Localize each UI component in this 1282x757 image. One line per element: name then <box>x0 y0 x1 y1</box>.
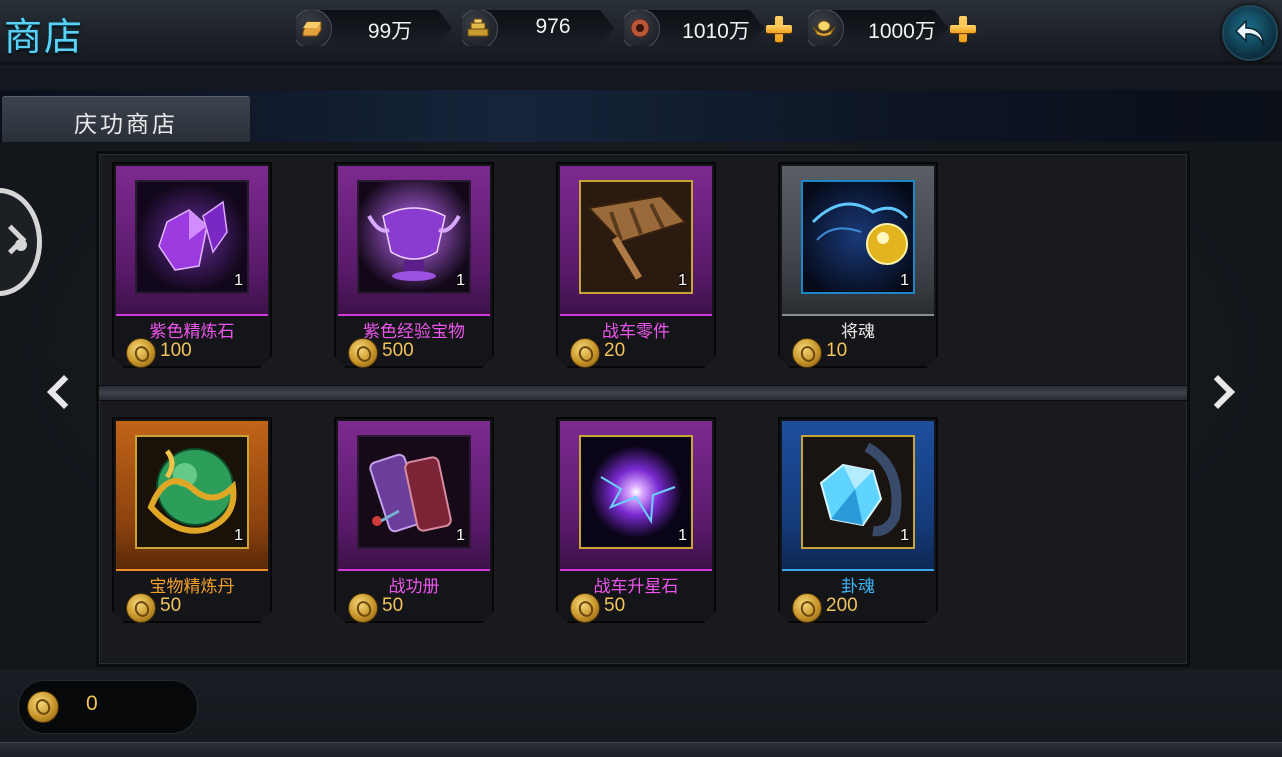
dot-icon <box>15 239 27 251</box>
shop-item-card[interactable]: 1 战功册 50 <box>334 417 494 623</box>
merit-coin-icon <box>348 593 378 623</box>
shop-item-card[interactable]: 1 紫色精炼石 100 <box>112 162 272 368</box>
card-background: 1 <box>338 421 490 569</box>
card-divider <box>116 314 268 316</box>
merit-coin-icon <box>348 338 378 368</box>
card-divider <box>782 569 934 571</box>
merit-coin-icon <box>792 593 822 623</box>
card-background: 1 <box>782 166 934 314</box>
card-background: 1 <box>116 421 268 569</box>
card-divider <box>782 314 934 316</box>
merit-coin-icon <box>126 338 156 368</box>
item-quantity: 1 <box>678 272 687 289</box>
energy-orb-icon: 1 <box>579 435 693 549</box>
currency-gold-stack: 976 <box>462 10 614 46</box>
gold-yuanbao-icon <box>804 9 844 49</box>
item-price: 50 <box>160 595 182 616</box>
tab-celebration-shop[interactable]: 庆功商店 <box>2 96 250 142</box>
card-background: 1 <box>560 421 712 569</box>
currency-gold-bar-value: 99万 <box>367 20 413 43</box>
bottom-edge <box>0 742 1282 757</box>
item-price: 100 <box>160 340 192 361</box>
currency-bronze-coin-value: 1010万 <box>682 20 750 43</box>
merit-coin-icon <box>570 593 600 623</box>
gold-bar-icon <box>292 9 332 49</box>
shop-item-card[interactable]: 1 卦魂 200 <box>778 417 938 623</box>
shop-item-card[interactable]: 1 战车升星石 50 <box>556 417 716 623</box>
item-price: 200 <box>826 595 858 616</box>
currency-yuanbao-value: 1000万 <box>868 20 936 43</box>
card-divider <box>560 314 712 316</box>
bronze-coin-icon <box>620 9 660 49</box>
item-quantity: 1 <box>234 272 243 289</box>
item-quantity: 1 <box>456 527 465 544</box>
card-divider <box>338 314 490 316</box>
shop-item-card[interactable]: 1 宝物精炼丹 50 <box>112 417 272 623</box>
item-quantity: 1 <box>234 527 243 544</box>
dragon-orb-icon: 1 <box>135 435 249 549</box>
purple-chalice-icon: 1 <box>357 180 471 294</box>
top-bar: 商店 99万 976 1010万 1000万 <box>0 0 1282 68</box>
card-background: 1 <box>782 421 934 569</box>
merit-balance-value: 0 <box>86 692 98 715</box>
item-price: 10 <box>826 340 848 361</box>
row-divider <box>99 385 1187 401</box>
shop-item-card[interactable]: 1 将魂 10 <box>778 162 938 368</box>
back-button[interactable] <box>1222 5 1278 61</box>
add-bronze-coin-button[interactable] <box>764 14 794 44</box>
merit-balance <box>18 680 198 734</box>
item-price: 20 <box>604 340 626 361</box>
currency-gold-stack-value: 976 <box>535 15 571 38</box>
item-quantity: 1 <box>456 272 465 289</box>
back-arrow-icon <box>1234 19 1265 46</box>
card-background: 1 <box>338 166 490 314</box>
merit-coin-icon <box>570 338 600 368</box>
blue-crystal-icon: 1 <box>801 435 915 549</box>
merit-coin-icon <box>792 338 822 368</box>
shop-item-card[interactable]: 1 紫色经验宝物 500 <box>334 162 494 368</box>
item-price: 50 <box>604 595 626 616</box>
item-price: 50 <box>382 595 404 616</box>
merit-book-icon: 1 <box>357 435 471 549</box>
item-quantity: 1 <box>900 527 909 544</box>
item-price: 500 <box>382 340 414 361</box>
currency-gold-bar: 99万 <box>296 10 452 46</box>
card-background: 1 <box>560 166 712 314</box>
purple-crystal-icon: 1 <box>135 180 249 294</box>
currency-yuanbao: 1000万 <box>808 10 948 46</box>
tab-label: 庆功商店 <box>74 112 178 138</box>
general-soul-icon: 1 <box>801 180 915 294</box>
add-yuanbao-button[interactable] <box>948 14 978 44</box>
card-background: 1 <box>116 166 268 314</box>
card-divider <box>560 569 712 571</box>
merit-coin-icon <box>126 593 156 623</box>
card-divider <box>116 569 268 571</box>
currency-bronze-coin: 1010万 <box>624 10 764 46</box>
page-title: 商店 <box>4 15 85 59</box>
item-quantity: 1 <box>678 527 687 544</box>
chariot-part-icon: 1 <box>579 180 693 294</box>
merit-coin-icon <box>27 691 59 723</box>
shop-item-card[interactable]: 1 战车零件 20 <box>556 162 716 368</box>
card-divider <box>338 569 490 571</box>
item-quantity: 1 <box>900 272 909 289</box>
gold-ingot-stack-icon <box>458 9 498 49</box>
